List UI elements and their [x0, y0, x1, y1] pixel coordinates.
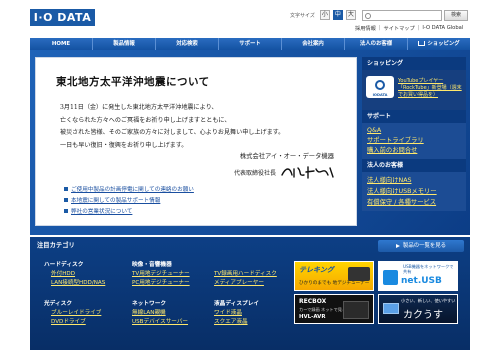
nav-support[interactable]: サポート	[219, 38, 282, 50]
category-head: ハードディスク	[44, 262, 84, 268]
banner-brand: net.USB	[401, 276, 442, 286]
nav-business[interactable]: 法人のお客様	[345, 38, 408, 50]
category-group-optical: 光ディスク ブルーレイドライブ DVDドライブ	[44, 300, 134, 327]
support-heading: サポート	[362, 110, 466, 123]
category-link[interactable]: LAN接続型HDD/NAS	[44, 279, 134, 288]
category-link[interactable]: 外付HDD	[44, 270, 134, 279]
banner-title: USB機器をネットワークで共有	[403, 264, 454, 274]
monitor-icon	[383, 303, 399, 314]
page: I·O DATA 文字サイズ 小 中 大 検索 採用情報 | サイトマップ | …	[0, 0, 500, 352]
nav-compat-search[interactable]: 対応検索	[156, 38, 219, 50]
business-links: 法人様向けNAS 法人様向けUSBメモリー 有償保守 / 各種サービス	[362, 172, 466, 211]
font-size-switcher: 文字サイズ 小 中 大	[290, 10, 356, 20]
category-link[interactable]: TV用地デジチューナー	[132, 270, 222, 279]
banner-brand: カクうす	[403, 310, 443, 321]
category-link[interactable]: ブルーレイドライブ	[44, 309, 134, 318]
bullet-icon	[64, 208, 68, 213]
category-head: 光ディスク	[44, 301, 73, 307]
category-link[interactable]: 無線LAN親機	[132, 309, 222, 318]
category-link[interactable]: スクエア液晶	[214, 318, 304, 327]
banner-telekingu[interactable]: テレキング ひかりのまでも 地デジチューナー	[294, 261, 374, 291]
category-head: ネットワーク	[132, 301, 167, 307]
notice-title: 東北地方太平洋沖地震について	[56, 76, 210, 88]
support-link-qa[interactable]: Q&A	[367, 126, 466, 136]
shop-logo-icon: IODATA	[366, 76, 394, 98]
notice-line: 被災された皆様、そのご家族の方々に対しまして、心よりお見舞い申し上げます。	[60, 129, 285, 136]
category-head: 液晶ディスプレイ	[214, 301, 260, 307]
header-link-global[interactable]: I-O DATA Global	[422, 25, 463, 32]
notice-line: 3月11日（金）に発生した東北地方太平洋沖地震により、	[60, 104, 218, 111]
all-products-button[interactable]: 製品の一覧を見る	[378, 240, 464, 252]
font-size-medium-button[interactable]: 中	[332, 10, 343, 20]
notice-body: 3月11日（金）に発生した東北地方太平洋沖地震により、 亡くなられた方々へのご冥…	[60, 102, 350, 152]
banner-subtitle: カーで録画 ネットで見る	[299, 307, 347, 312]
nav-products[interactable]: 製品情報	[93, 38, 156, 50]
iodata-logo[interactable]: I·O DATA	[30, 9, 95, 26]
shopping-promo-text[interactable]: YouTubeプレイヤー「RockTube」新登場（週末でお買い得品を）	[398, 78, 464, 99]
notice-representative: 代表取締役社長	[234, 163, 336, 181]
category-link[interactable]: TV録画用ハードディスク	[214, 270, 304, 279]
category-link[interactable]: USBデバイスサーバー	[132, 318, 222, 327]
nav-company[interactable]: 会社案内	[282, 38, 345, 50]
header-links: 採用情報 | サイトマップ | I-O DATA Global	[355, 25, 464, 32]
business-link-maintenance[interactable]: 有償保守 / 各種サービス	[367, 197, 466, 208]
category-group-display: 液晶ディスプレイ ワイド液晶 スクエア液晶	[214, 300, 304, 327]
right-column: ショッピング IODATA YouTubeプレイヤー「RockTube」新登場（…	[362, 57, 466, 211]
support-links: Q&A サポートライブラリ 購入前のお問合せ	[362, 123, 466, 159]
recbox-device-icon	[343, 301, 369, 319]
signature-image	[281, 166, 334, 179]
notice-company: 株式会社アイ・オー・データ機器	[239, 153, 334, 160]
bullet-icon	[64, 197, 68, 202]
shopping-heading: ショッピング	[362, 57, 466, 70]
notice-line: 亡くなられた方々へのご冥福をお祈り申し上げますとともに、	[60, 116, 231, 124]
tuner-device-icon	[348, 267, 370, 281]
business-link-usb[interactable]: 法人様向けUSBメモリー	[367, 186, 466, 197]
banner-title: テレキング	[299, 266, 334, 274]
nav-shopping[interactable]: ショッピング	[408, 38, 470, 50]
main-nav: HOME 製品情報 対応検索 サポート 会社案内 法人のお客様 ショッピング	[30, 38, 470, 50]
header-link-recruit[interactable]: 採用情報	[355, 25, 376, 32]
cart-icon	[418, 41, 426, 46]
support-link-inquiry[interactable]: 購入前のお問合せ	[367, 146, 466, 156]
notice-rep-title: 代表取締役社長	[233, 169, 276, 177]
category-link[interactable]: DVDドライブ	[44, 318, 134, 327]
business-link-nas[interactable]: 法人様向けNAS	[367, 175, 466, 186]
notice-links: ご使用中製品の計画停電に関しての連絡のお願い 本地震に関しての製品サポート情報 …	[64, 183, 314, 216]
banner-title: 小さい、新しい、使いやすい	[401, 298, 456, 303]
font-size-label: 文字サイズ	[290, 12, 315, 19]
arrow-right-icon	[395, 243, 400, 248]
notice-link-support-info[interactable]: 本地震に関しての製品サポート情報	[64, 194, 314, 205]
category-link[interactable]: PC用地デジチューナー	[132, 279, 222, 288]
support-link-library[interactable]: サポートライブラリ	[367, 136, 466, 146]
search-icon	[365, 12, 371, 19]
banner-kakusu[interactable]: 小さい、新しい、使いやすい カクうす	[378, 294, 458, 324]
nav-shopping-label: ショッピング	[427, 41, 460, 47]
category-head: 映像・音響機器	[132, 262, 172, 268]
category-link[interactable]: メディアプレーヤー	[214, 279, 304, 288]
category-group-av2: TV録画用ハードディスク メディアプレーヤー	[214, 270, 304, 288]
banner-model: HVL-AVR	[299, 314, 326, 320]
banner-recbox[interactable]: RECBOX カーで録画 ネットで見る HVL-AVR	[294, 294, 374, 324]
bullet-icon	[64, 186, 68, 191]
usb-plug-icon	[383, 270, 398, 285]
search-input[interactable]	[362, 10, 442, 21]
category-group-hdd: ハードディスク 外付HDD LAN接続型HDD/NAS	[44, 261, 134, 288]
shopping-promo[interactable]: IODATA YouTubeプレイヤー「RockTube」新登場（週末でお買い得…	[362, 70, 466, 110]
nav-home[interactable]: HOME	[30, 38, 93, 50]
earthquake-notice: 東北地方太平洋沖地震について 3月11日（金）に発生した東北地方太平洋沖地震によ…	[35, 57, 357, 226]
notice-link-power-outage[interactable]: ご使用中製品の計画停電に関しての連絡のお願い	[64, 183, 314, 194]
banner-net-usb[interactable]: USB機器をネットワークで共有 net.USB	[378, 261, 458, 291]
banner-title: RECBOX	[299, 298, 327, 305]
category-group-network: ネットワーク 無線LAN親機 USBデバイスサーバー	[132, 300, 222, 327]
category-title: 注目カテゴリ	[37, 242, 75, 249]
notice-link-business-status[interactable]: 弊社の営業状況について	[64, 205, 314, 216]
business-heading: 法人のお客様	[362, 159, 466, 172]
header-link-sitemap[interactable]: サイトマップ	[384, 25, 415, 32]
font-size-small-button[interactable]: 小	[319, 10, 330, 20]
search-button[interactable]: 検索	[444, 10, 468, 21]
category-link[interactable]: ワイド液晶	[214, 309, 304, 318]
font-size-large-button[interactable]: 大	[345, 10, 356, 20]
category-group-av: 映像・音響機器 TV用地デジチューナー PC用地デジチューナー	[132, 261, 222, 288]
